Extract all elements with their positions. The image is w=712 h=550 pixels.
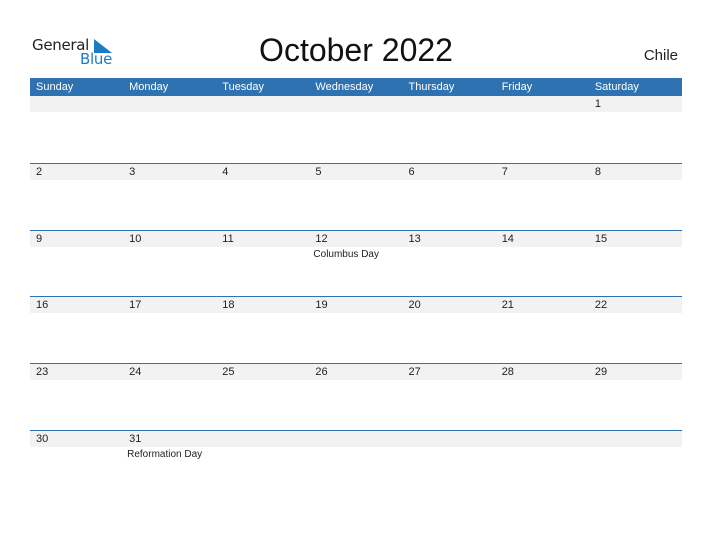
day-number: 23	[36, 366, 49, 378]
day-number: 28	[501, 366, 514, 378]
weekday-tuesday: Tuesday	[222, 81, 265, 93]
day-number: 6	[408, 166, 415, 178]
day-number: 20	[408, 299, 421, 311]
day-number: 4	[222, 166, 229, 178]
day-number: 12	[315, 233, 328, 245]
day-number: 10	[129, 233, 142, 245]
day-number: 15	[594, 233, 608, 245]
day-number: 19	[315, 299, 328, 311]
day-number: 13	[408, 233, 421, 245]
day-number: 14	[501, 233, 514, 245]
day-number: 5	[315, 166, 322, 178]
day-number: 2	[36, 166, 43, 178]
day-number: 7	[501, 166, 508, 178]
date-strip	[30, 431, 682, 447]
day-number: 1	[594, 98, 601, 110]
weekday-thursday: Thursday	[408, 81, 455, 93]
day-number: 24	[129, 366, 142, 378]
holiday-label: Reformation Day	[127, 449, 203, 460]
holiday-label: Columbus Day	[313, 249, 379, 260]
weekday-header: Sunday Monday Tuesday Wednesday Thursday Frid…	[30, 78, 682, 96]
date-strip	[30, 364, 682, 380]
day-number: 27	[408, 366, 421, 378]
day-number: 17	[129, 299, 142, 311]
day-number: 30	[36, 433, 49, 445]
day-number: 18	[222, 299, 235, 311]
day-number: 3	[129, 166, 136, 178]
date-strip	[30, 297, 682, 313]
weekday-wednesday: Wednesday	[315, 81, 374, 93]
date-strip	[30, 231, 682, 247]
day-number: 26	[315, 366, 328, 378]
day-number: 29	[594, 366, 608, 378]
day-number: 31	[129, 433, 142, 445]
day-number: 8	[594, 166, 601, 178]
day-number: 25	[222, 366, 235, 378]
day-number: 11	[222, 233, 234, 245]
weekday-monday: Monday	[129, 81, 169, 93]
country-label: Chile	[643, 47, 678, 64]
date-strip	[30, 96, 682, 112]
date-strip	[30, 164, 682, 180]
day-number: 16	[36, 299, 49, 311]
weekday-sunday: Sunday	[36, 81, 74, 93]
day-number: 22	[594, 299, 608, 311]
day-number: 21	[501, 299, 514, 311]
weekday-saturday: Saturday	[594, 81, 639, 93]
day-number: 9	[36, 233, 43, 245]
weekday-friday: Friday	[501, 81, 533, 93]
calendar-title: October 2022	[259, 32, 453, 68]
